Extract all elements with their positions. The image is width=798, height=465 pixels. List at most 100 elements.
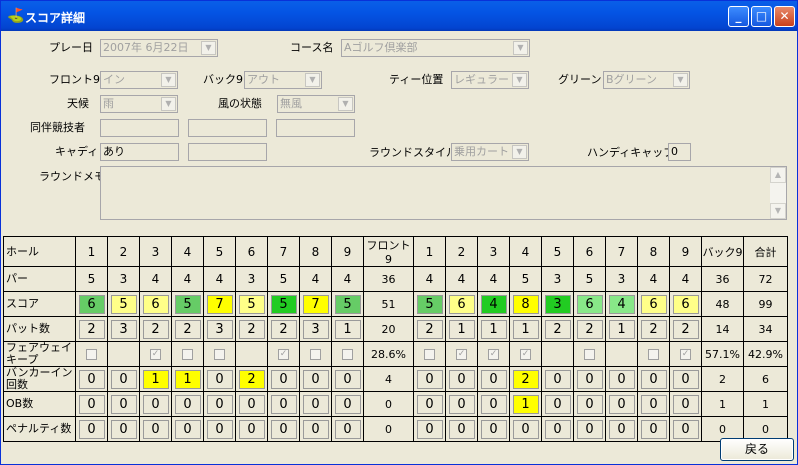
value-box[interactable]: 0 bbox=[640, 394, 667, 414]
value-box[interactable]: 3 bbox=[206, 319, 233, 339]
value-box[interactable]: 0 bbox=[640, 369, 667, 389]
value-box[interactable]: 2 bbox=[174, 319, 201, 339]
maximize-button[interactable]: □ bbox=[751, 6, 772, 27]
value-box[interactable]: 6 bbox=[78, 294, 105, 314]
weather-select[interactable]: 雨 ▼ bbox=[100, 95, 178, 113]
value-box[interactable]: 6 bbox=[142, 294, 169, 314]
value-box[interactable]: 2 bbox=[576, 319, 603, 339]
value-box[interactable]: 0 bbox=[416, 369, 443, 389]
value-box[interactable]: 0 bbox=[302, 419, 329, 439]
fairway-checkbox[interactable]: ✓ bbox=[520, 349, 531, 360]
value-box[interactable]: 0 bbox=[270, 419, 297, 439]
companion-1-input[interactable] bbox=[100, 119, 179, 137]
value-box[interactable]: 5 bbox=[270, 294, 297, 314]
value-box[interactable]: 0 bbox=[142, 394, 169, 414]
value-box[interactable]: 2 bbox=[640, 319, 667, 339]
play-date-picker[interactable]: 2007年 6月22日 ▼ bbox=[100, 39, 218, 57]
value-box[interactable]: 1 bbox=[480, 319, 507, 339]
value-box[interactable]: 0 bbox=[110, 369, 137, 389]
value-box[interactable]: 0 bbox=[544, 394, 571, 414]
handicap-input[interactable]: 0 bbox=[668, 143, 691, 161]
value-box[interactable]: 2 bbox=[270, 319, 297, 339]
back9-select[interactable]: アウト ▼ bbox=[244, 71, 322, 89]
value-box[interactable]: 5 bbox=[174, 294, 201, 314]
value-box[interactable]: 5 bbox=[334, 294, 361, 314]
value-box[interactable]: 5 bbox=[238, 294, 265, 314]
companion-2-input[interactable] bbox=[188, 119, 267, 137]
value-box[interactable]: 3 bbox=[302, 319, 329, 339]
value-box[interactable]: 0 bbox=[334, 419, 361, 439]
value-box[interactable]: 0 bbox=[174, 394, 201, 414]
value-box[interactable]: 0 bbox=[480, 394, 507, 414]
value-box[interactable]: 2 bbox=[416, 319, 443, 339]
value-box[interactable]: 0 bbox=[544, 419, 571, 439]
value-box[interactable]: 0 bbox=[448, 419, 475, 439]
value-box[interactable]: 0 bbox=[206, 419, 233, 439]
value-box[interactable]: 0 bbox=[448, 394, 475, 414]
value-box[interactable]: 6 bbox=[448, 294, 475, 314]
value-box[interactable]: 0 bbox=[608, 419, 635, 439]
value-box[interactable]: 0 bbox=[576, 419, 603, 439]
value-box[interactable]: 0 bbox=[416, 394, 443, 414]
fairway-checkbox[interactable]: ✓ bbox=[680, 349, 691, 360]
value-box[interactable]: 0 bbox=[302, 369, 329, 389]
value-box[interactable]: 3 bbox=[544, 294, 571, 314]
value-box[interactable]: 2 bbox=[238, 369, 265, 389]
value-box[interactable]: 0 bbox=[672, 419, 699, 439]
fairway-checkbox[interactable] bbox=[86, 349, 97, 360]
value-box[interactable]: 0 bbox=[78, 369, 105, 389]
companion-3-input[interactable] bbox=[276, 119, 355, 137]
value-box[interactable]: 0 bbox=[78, 394, 105, 414]
value-box[interactable]: 0 bbox=[142, 419, 169, 439]
fairway-checkbox[interactable] bbox=[648, 349, 659, 360]
close-button[interactable]: ✕ bbox=[774, 6, 795, 27]
value-box[interactable]: 0 bbox=[640, 419, 667, 439]
value-box[interactable]: 0 bbox=[206, 394, 233, 414]
value-box[interactable]: 7 bbox=[206, 294, 233, 314]
value-box[interactable]: 0 bbox=[334, 369, 361, 389]
value-box[interactable]: 4 bbox=[480, 294, 507, 314]
fairway-checkbox[interactable]: ✓ bbox=[278, 349, 289, 360]
fairway-checkbox[interactable] bbox=[214, 349, 225, 360]
value-box[interactable]: 2 bbox=[78, 319, 105, 339]
memo-textarea[interactable]: ▲ ▼ bbox=[100, 166, 787, 220]
value-box[interactable]: 0 bbox=[416, 419, 443, 439]
value-box[interactable]: 1 bbox=[608, 319, 635, 339]
value-box[interactable]: 0 bbox=[110, 419, 137, 439]
value-box[interactable]: 0 bbox=[576, 369, 603, 389]
round-style-select[interactable]: 乗用カート ▼ bbox=[451, 143, 529, 161]
caddie-name-input[interactable] bbox=[188, 143, 267, 161]
fairway-checkbox[interactable] bbox=[182, 349, 193, 360]
front9-select[interactable]: イン ▼ bbox=[100, 71, 178, 89]
value-box[interactable]: 2 bbox=[142, 319, 169, 339]
value-box[interactable]: 0 bbox=[448, 369, 475, 389]
fairway-checkbox[interactable]: ✓ bbox=[488, 349, 499, 360]
value-box[interactable]: 0 bbox=[608, 369, 635, 389]
value-box[interactable]: 0 bbox=[608, 394, 635, 414]
value-box[interactable]: 5 bbox=[416, 294, 443, 314]
value-box[interactable]: 0 bbox=[174, 419, 201, 439]
minimize-button[interactable]: _ bbox=[728, 6, 749, 27]
title-bar[interactable]: ⛳ スコア詳細 _ □ ✕ bbox=[1, 1, 797, 31]
value-box[interactable]: 7 bbox=[302, 294, 329, 314]
fairway-checkbox[interactable] bbox=[424, 349, 435, 360]
value-box[interactable]: 0 bbox=[270, 369, 297, 389]
value-box[interactable]: 5 bbox=[110, 294, 137, 314]
value-box[interactable]: 0 bbox=[480, 419, 507, 439]
scroll-down-icon[interactable]: ▼ bbox=[770, 203, 786, 219]
value-box[interactable]: 0 bbox=[238, 394, 265, 414]
value-box[interactable]: 0 bbox=[544, 369, 571, 389]
value-box[interactable]: 1 bbox=[334, 319, 361, 339]
value-box[interactable]: 1 bbox=[512, 319, 539, 339]
fairway-checkbox[interactable] bbox=[342, 349, 353, 360]
value-box[interactable]: 6 bbox=[576, 294, 603, 314]
fairway-checkbox[interactable]: ✓ bbox=[456, 349, 467, 360]
value-box[interactable]: 6 bbox=[640, 294, 667, 314]
caddie-input[interactable]: あり bbox=[100, 143, 179, 161]
value-box[interactable]: 0 bbox=[206, 369, 233, 389]
back-button[interactable]: 戻る bbox=[720, 438, 794, 461]
value-box[interactable]: 1 bbox=[512, 394, 539, 414]
value-box[interactable]: 6 bbox=[672, 294, 699, 314]
value-box[interactable]: 0 bbox=[512, 419, 539, 439]
fairway-checkbox[interactable] bbox=[310, 349, 321, 360]
